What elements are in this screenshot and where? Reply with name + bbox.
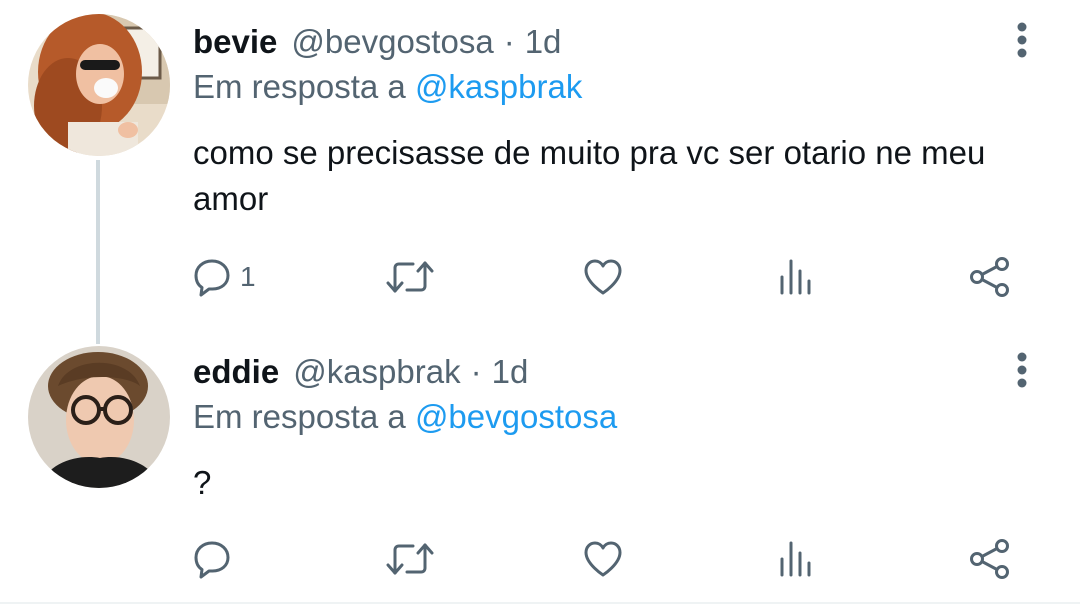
reply-prefix: Em resposta a (193, 398, 406, 435)
retweet-icon (386, 261, 434, 293)
avatar[interactable] (28, 346, 170, 488)
reply-context: Em resposta a @kaspbrak (193, 68, 582, 106)
user-handle[interactable]: @kaspbrak (293, 353, 460, 391)
retweet-button[interactable] (384, 534, 436, 584)
speech-bubble-icon (194, 259, 230, 297)
reply-mention-link[interactable]: @bevgostosa (415, 398, 617, 435)
tweet-header: bevie @bevgostosa · 1d (193, 22, 561, 62)
reply-count: 1 (240, 261, 256, 292)
tweet-header: eddie @kaspbrak · 1d (193, 352, 528, 392)
tweet-actions (0, 534, 1080, 584)
divider (0, 602, 1080, 604)
bar-chart-icon (780, 541, 811, 577)
more-vertical-icon (1017, 22, 1027, 58)
tweet[interactable]: eddie @kaspbrak · 1d Em resposta a @bevg… (0, 330, 1080, 602)
speech-bubble-icon (194, 541, 230, 579)
more-options-button[interactable] (1004, 348, 1040, 392)
timestamp[interactable]: 1d (492, 353, 529, 391)
reply-button[interactable]: 1 (192, 252, 256, 302)
retweet-icon (386, 543, 434, 575)
separator-dot: · (470, 353, 482, 390)
user-handle[interactable]: @bevgostosa (291, 23, 493, 61)
reply-context: Em resposta a @bevgostosa (193, 398, 617, 436)
tweet-text: como se precisasse de muito pra vc ser o… (193, 134, 986, 217)
reply-button[interactable] (192, 534, 240, 584)
tweet-actions: 1 (0, 252, 1080, 302)
share-icon (970, 539, 1009, 579)
like-button[interactable] (582, 252, 624, 302)
avatar[interactable] (28, 14, 170, 156)
separator-dot: · (503, 23, 515, 60)
retweet-button[interactable] (384, 252, 436, 302)
like-button[interactable] (582, 534, 624, 584)
heart-icon (584, 259, 622, 295)
share-button[interactable] (968, 252, 1012, 302)
heart-icon (584, 541, 622, 577)
bar-chart-icon (780, 259, 811, 295)
reply-mention-link[interactable]: @kaspbrak (415, 68, 582, 105)
tweet-text: ? (193, 464, 212, 501)
display-name[interactable]: bevie (193, 23, 277, 61)
tweet[interactable]: bevie @bevgostosa · 1d Em resposta a @ka… (0, 0, 1080, 330)
views-button[interactable] (776, 252, 816, 302)
timestamp[interactable]: 1d (525, 23, 562, 61)
more-vertical-icon (1017, 352, 1027, 388)
reply-prefix: Em resposta a (193, 68, 406, 105)
more-options-button[interactable] (1004, 18, 1040, 62)
share-icon (970, 257, 1009, 297)
share-button[interactable] (968, 534, 1012, 584)
views-button[interactable] (776, 534, 816, 584)
display-name[interactable]: eddie (193, 353, 279, 391)
